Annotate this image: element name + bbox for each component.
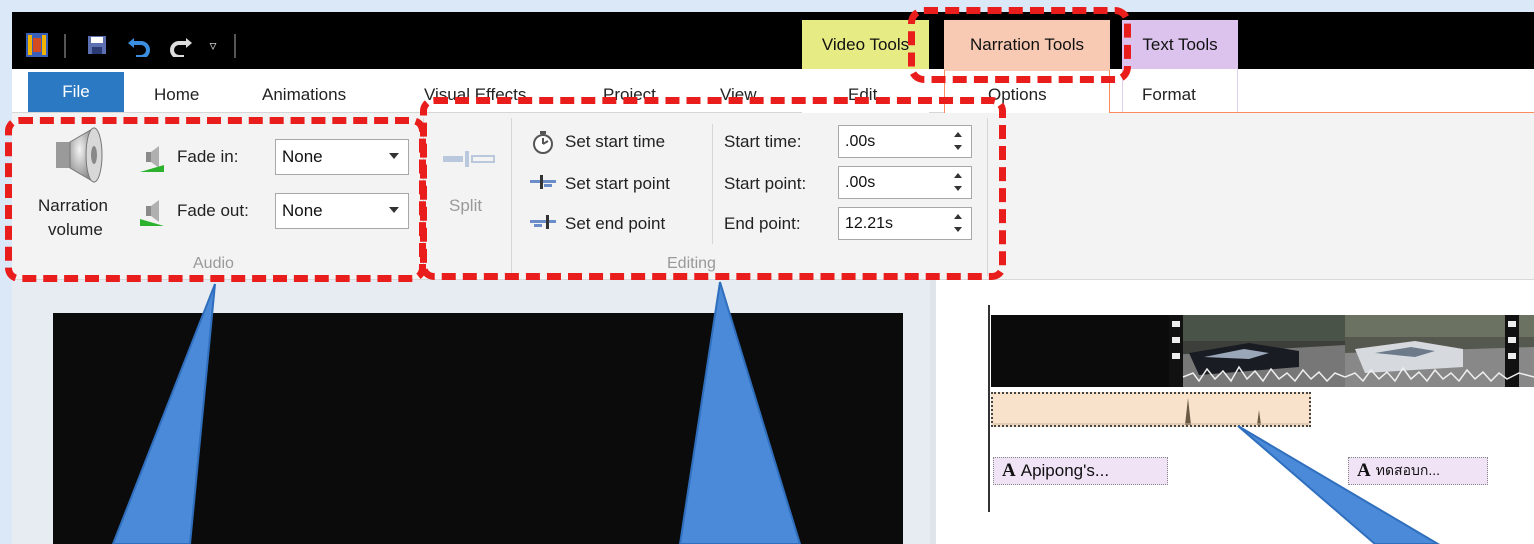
- narration-clip-callout-arrow: [1237, 425, 1440, 544]
- editing-callout-arrow: [678, 281, 802, 544]
- callout-arrows: [111, 281, 1440, 544]
- audio-callout-arrow: [111, 283, 216, 544]
